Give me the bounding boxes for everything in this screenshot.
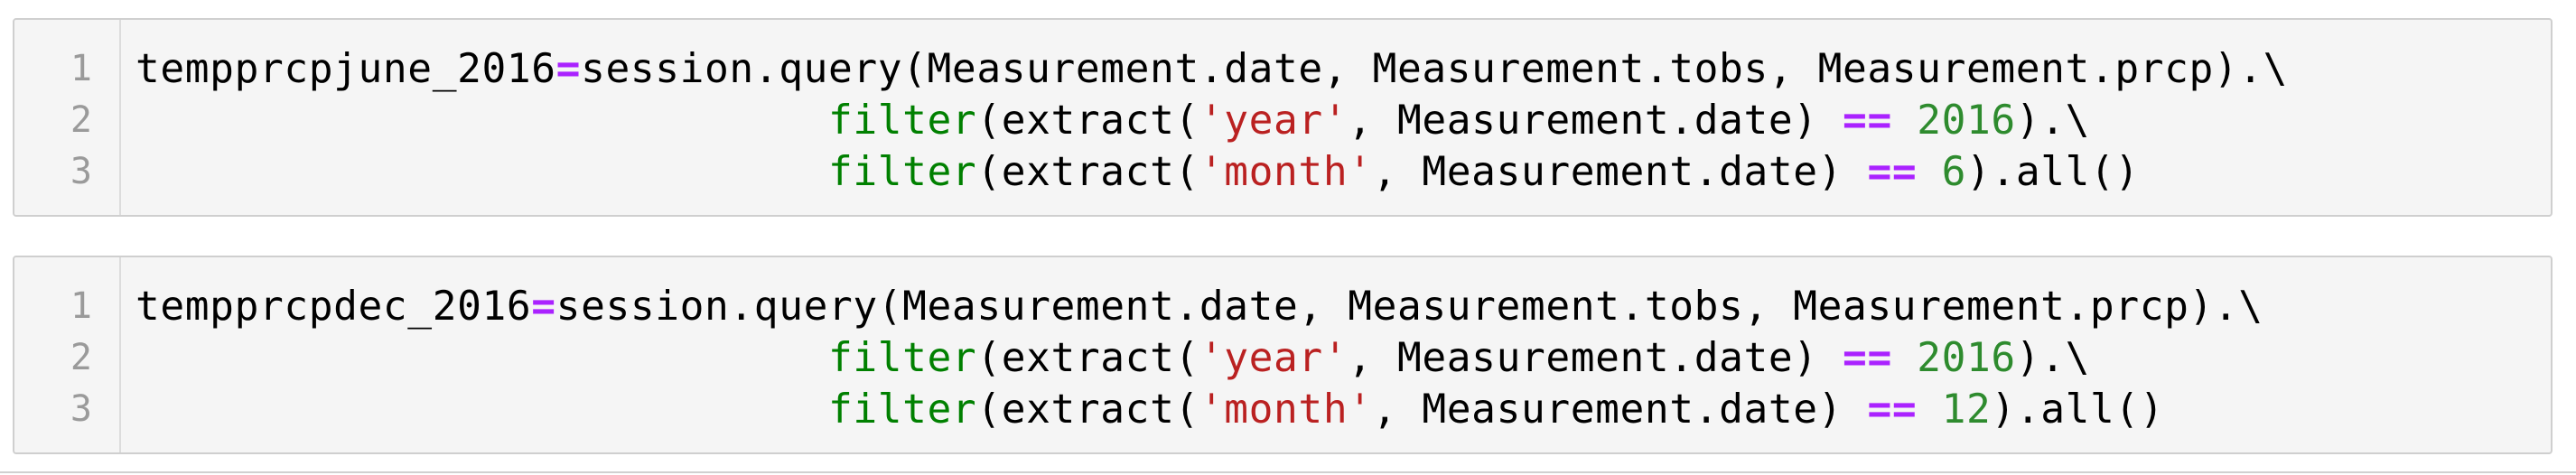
string-literal: 'month'	[1199, 387, 1373, 433]
line-number: 1	[70, 285, 92, 327]
code-text: (extract(	[976, 387, 1199, 433]
code-line: filter(extract('year', Measurement.date)…	[135, 95, 2288, 146]
number-literal: 12	[1941, 387, 1992, 433]
line-number: 1	[70, 48, 92, 89]
code-text: ).\	[2015, 98, 2091, 144]
code-editor[interactable]: tempprcpdec_2016=session.query(Measureme…	[135, 281, 2263, 435]
string-literal: 'month'	[1199, 149, 1373, 195]
assignment-operator: =	[531, 284, 556, 330]
code-cell[interactable]: 1 2 3 tempprcpjune_2016=session.query(Me…	[13, 18, 2553, 217]
code-text: , Measurement.date)	[1348, 98, 1843, 144]
code-text: , Measurement.date)	[1348, 335, 1843, 381]
code-editor[interactable]: tempprcpjune_2016=session.query(Measurem…	[135, 43, 2288, 198]
code-line: tempprcpjune_2016=session.query(Measurem…	[135, 43, 2288, 95]
code-text: session.query(Measurement.date, Measurem…	[581, 46, 2289, 92]
number-literal: 2016	[1917, 335, 2016, 381]
code-text: ).\	[2015, 335, 2091, 381]
builtin-function: filter	[827, 335, 977, 381]
comparison-operator: ==	[1867, 387, 1918, 433]
code-text: (extract(	[976, 98, 1199, 144]
code-text: , Measurement.date)	[1372, 149, 1868, 195]
code-line: filter(extract('month', Measurement.date…	[135, 384, 2263, 435]
line-number: 3	[70, 151, 92, 192]
line-number-gutter: 1 2 3	[14, 257, 121, 452]
code-text: ).all()	[1966, 149, 2140, 195]
builtin-function: filter	[827, 387, 977, 433]
code-text: ).all()	[1991, 387, 2165, 433]
builtin-function: filter	[827, 149, 977, 195]
string-literal: 'year'	[1199, 335, 1349, 381]
variable-name: tempprcpjune_2016	[135, 46, 556, 92]
line-number-gutter: 1 2 3	[14, 20, 121, 215]
line-number: 3	[70, 388, 92, 430]
variable-name: tempprcpdec_2016	[135, 284, 532, 330]
code-line: filter(extract('month', Measurement.date…	[135, 146, 2288, 198]
line-number: 2	[70, 99, 92, 141]
divider	[0, 471, 2576, 473]
code-text: session.query(Measurement.date, Measurem…	[555, 284, 2263, 330]
code-cell[interactable]: 1 2 3 tempprcpdec_2016=session.query(Mea…	[13, 256, 2553, 454]
comparison-operator: ==	[1867, 149, 1918, 195]
line-number: 2	[70, 337, 92, 378]
builtin-function: filter	[827, 98, 977, 144]
code-line: tempprcpdec_2016=session.query(Measureme…	[135, 281, 2263, 332]
string-literal: 'year'	[1199, 98, 1349, 144]
assignment-operator: =	[555, 46, 582, 92]
code-line: filter(extract('year', Measurement.date)…	[135, 332, 2263, 384]
code-text: (extract(	[976, 335, 1199, 381]
code-text: , Measurement.date)	[1372, 387, 1868, 433]
number-literal: 2016	[1917, 98, 2016, 144]
number-literal: 6	[1941, 149, 1967, 195]
comparison-operator: ==	[1843, 335, 1892, 381]
comparison-operator: ==	[1843, 98, 1892, 144]
code-text: (extract(	[976, 149, 1199, 195]
